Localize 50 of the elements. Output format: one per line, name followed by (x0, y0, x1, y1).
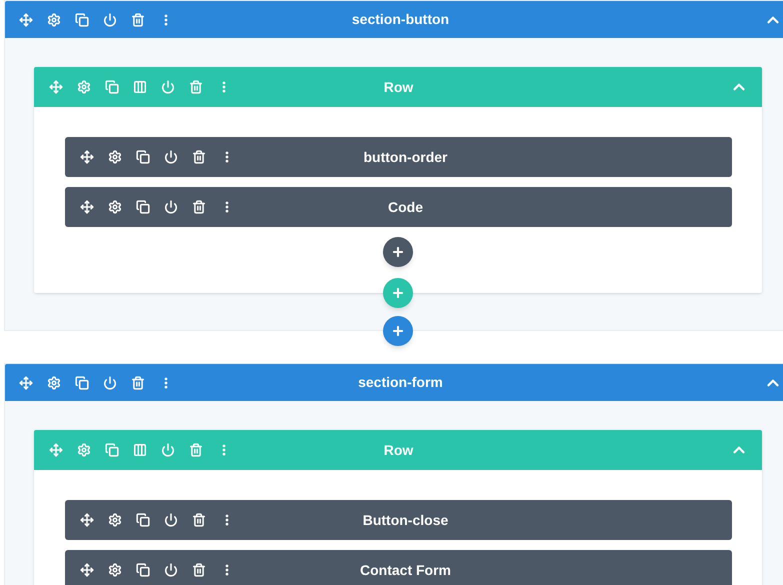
settings-icon[interactable] (108, 200, 122, 214)
power-icon[interactable] (164, 513, 178, 527)
section-title: section-button (352, 10, 450, 29)
plus-icon (391, 286, 405, 300)
add-section-button[interactable] (383, 316, 413, 346)
move-icon[interactable] (80, 513, 94, 527)
columns-icon[interactable] (133, 443, 147, 457)
move-icon[interactable] (80, 200, 94, 214)
duplicate-icon[interactable] (136, 563, 150, 577)
row-title: Row (384, 440, 414, 460)
move-icon[interactable] (19, 12, 33, 26)
settings-icon[interactable] (108, 150, 122, 164)
trash-icon[interactable] (192, 563, 206, 577)
trash-icon[interactable] (192, 200, 206, 214)
section-title: section-form (358, 373, 443, 392)
duplicate-icon[interactable] (136, 200, 150, 214)
move-icon[interactable] (80, 150, 94, 164)
module-bar[interactable]: Contact Form (64, 550, 732, 585)
settings-icon[interactable] (47, 12, 61, 26)
module-bar[interactable]: Code (64, 187, 732, 227)
trash-icon[interactable] (131, 376, 145, 390)
plus-icon (391, 245, 405, 259)
module-title: Button-close (362, 510, 448, 530)
module-bar[interactable]: button-order (64, 137, 732, 177)
duplicate-icon[interactable] (136, 150, 150, 164)
power-icon[interactable] (164, 200, 178, 214)
move-icon[interactable] (80, 563, 94, 577)
settings-icon[interactable] (108, 513, 122, 527)
move-icon[interactable] (19, 376, 33, 390)
module-title: button-order (364, 148, 448, 166)
duplicate-icon[interactable] (75, 376, 89, 390)
trash-icon[interactable] (192, 150, 206, 164)
duplicate-icon[interactable] (136, 513, 150, 527)
module-bar[interactable]: Button-close (64, 500, 732, 540)
plus-icon (391, 324, 405, 338)
settings-icon[interactable] (47, 376, 61, 390)
settings-icon[interactable] (108, 563, 122, 577)
power-icon[interactable] (103, 376, 117, 390)
power-icon[interactable] (164, 150, 178, 164)
power-icon[interactable] (103, 12, 117, 26)
duplicate-icon[interactable] (75, 12, 89, 26)
row-title: Row (384, 78, 414, 96)
module-title: Code (388, 198, 423, 216)
columns-icon[interactable] (133, 80, 147, 94)
add-module-button[interactable] (383, 237, 413, 267)
add-row-button[interactable] (383, 278, 413, 308)
module-title: Contact Form (360, 560, 451, 580)
trash-icon[interactable] (192, 513, 206, 527)
trash-icon[interactable] (131, 12, 145, 26)
power-icon[interactable] (164, 563, 178, 577)
